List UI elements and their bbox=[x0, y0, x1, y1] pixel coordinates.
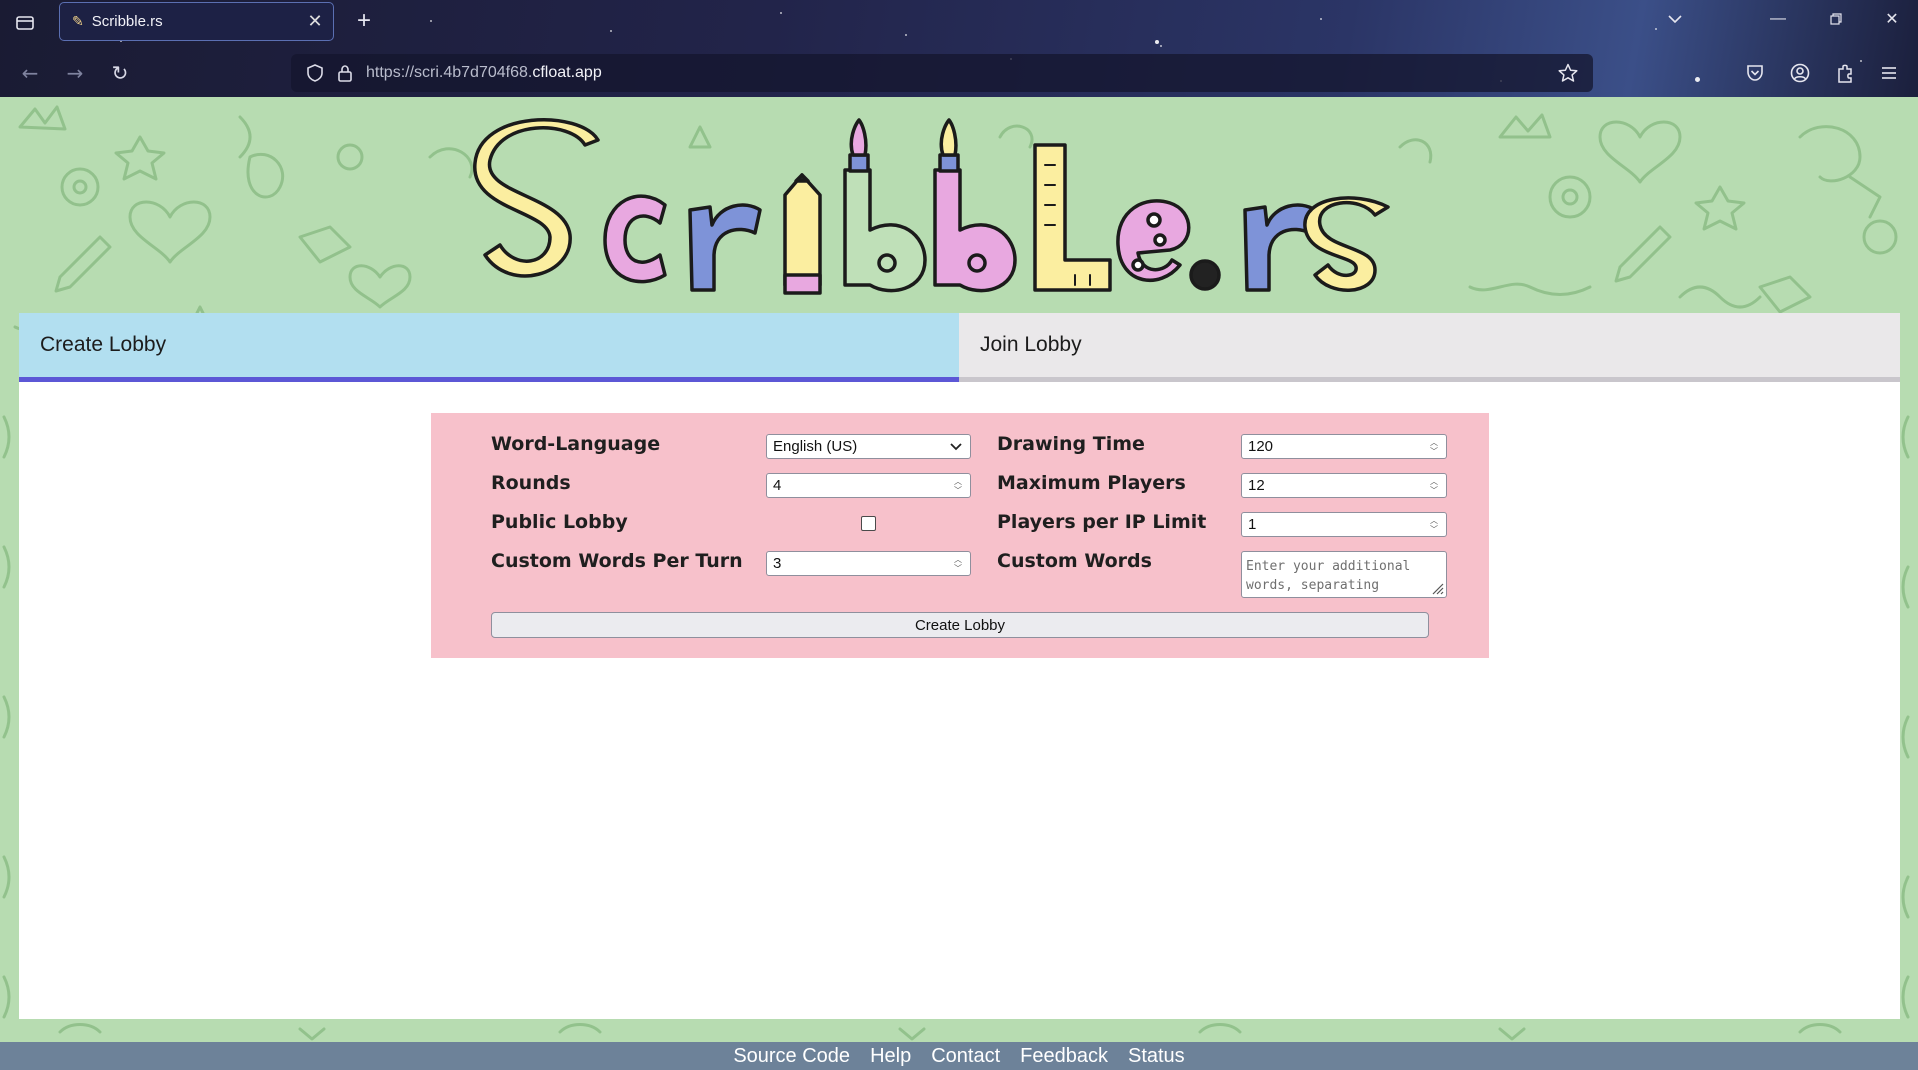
pencil-favicon-icon: ✎ bbox=[72, 13, 84, 30]
url-prefix: https://scri.4b7d704f68. bbox=[366, 64, 533, 81]
resize-grip-icon[interactable] bbox=[1430, 581, 1444, 595]
back-arrow-icon[interactable]: ← bbox=[14, 57, 46, 89]
max-players-input[interactable]: 12 ︿ ﹀ bbox=[1241, 473, 1447, 498]
url-text[interactable]: https://scri.4b7d704f68.cfloat.app bbox=[366, 64, 602, 82]
footer-link-feedback[interactable]: Feedback bbox=[1020, 1045, 1108, 1068]
browser-chrome: ✎ Scribble.rs ✕ + — ✕ ← → ↻ https://scri… bbox=[0, 0, 1918, 97]
bookmark-star-icon[interactable] bbox=[1553, 58, 1583, 88]
footer-link-contact[interactable]: Contact bbox=[931, 1045, 1000, 1068]
spinner-icon[interactable]: ︿ ﹀ bbox=[1426, 513, 1442, 536]
players-per-ip-label: Players per IP Limit bbox=[997, 511, 1207, 533]
tab-bar: ✎ Scribble.rs ✕ + — ✕ bbox=[0, 0, 1918, 48]
public-lobby-label: Public Lobby bbox=[491, 511, 628, 533]
drawing-time-input[interactable]: 120 ︿ ﹀ bbox=[1241, 434, 1447, 459]
reload-icon[interactable]: ↻ bbox=[104, 57, 136, 89]
close-tab-icon[interactable]: ✕ bbox=[301, 8, 329, 36]
custom-words-label: Custom Words bbox=[997, 550, 1152, 572]
max-players-label: Maximum Players bbox=[997, 472, 1186, 494]
drawing-time-label: Drawing Time bbox=[997, 433, 1145, 455]
public-lobby-checkbox[interactable] bbox=[861, 516, 876, 531]
close-window-icon[interactable]: ✕ bbox=[1872, 4, 1912, 34]
word-language-label: Word-Language bbox=[491, 433, 661, 455]
spinner-icon[interactable]: ︿ ﹀ bbox=[950, 474, 966, 497]
tab-create-lobby[interactable]: Create Lobby bbox=[19, 313, 959, 382]
word-language-value: English (US) bbox=[773, 438, 858, 455]
spinner-icon[interactable]: ︿ ﹀ bbox=[950, 552, 966, 575]
scribblers-logo bbox=[473, 118, 1390, 295]
spinner-icon[interactable]: ︿ ﹀ bbox=[1426, 474, 1442, 497]
lobby-tabs: Create Lobby Join Lobby bbox=[19, 313, 1900, 382]
drawing-time-value: 120 bbox=[1248, 438, 1274, 455]
minimize-icon[interactable]: — bbox=[1758, 4, 1798, 34]
pocket-icon[interactable] bbox=[1739, 57, 1771, 89]
rounds-value: 4 bbox=[773, 477, 782, 494]
custom-words-textarea[interactable]: Enter your additional words, separating bbox=[1241, 551, 1447, 598]
spinner-icon[interactable]: ︿ ﹀ bbox=[1426, 435, 1442, 458]
tab-title: Scribble.rs bbox=[91, 13, 163, 30]
url-domain: cfloat.app bbox=[532, 64, 602, 81]
page-body: Create Lobby Join Lobby Word-Language En… bbox=[0, 97, 1918, 1070]
extensions-icon[interactable] bbox=[1829, 57, 1861, 89]
restore-icon[interactable] bbox=[1816, 4, 1856, 34]
forward-arrow-icon[interactable]: → bbox=[59, 57, 91, 89]
shield-icon[interactable] bbox=[300, 58, 330, 88]
custom-words-placeholder: Enter your additional words, separating bbox=[1246, 559, 1411, 593]
footer-link-source-code[interactable]: Source Code bbox=[733, 1045, 850, 1068]
tab-list-button[interactable] bbox=[10, 8, 40, 38]
custom-words-per-turn-value: 3 bbox=[773, 555, 782, 572]
tab-join-lobby[interactable]: Join Lobby bbox=[959, 313, 1900, 382]
custom-words-per-turn-input[interactable]: 3 ︿ ﹀ bbox=[766, 551, 971, 576]
new-tab-button[interactable]: + bbox=[349, 6, 379, 36]
lock-icon[interactable] bbox=[330, 58, 360, 88]
folder-icon bbox=[16, 16, 34, 30]
menu-icon[interactable] bbox=[1873, 57, 1905, 89]
rounds-input[interactable]: 4 ︿ ﹀ bbox=[766, 473, 971, 498]
footer: Source Code Help Contact Feedback Status bbox=[0, 1042, 1918, 1070]
rounds-label: Rounds bbox=[491, 472, 571, 494]
max-players-value: 12 bbox=[1248, 477, 1265, 494]
address-bar[interactable]: https://scri.4b7d704f68.cfloat.app bbox=[291, 54, 1593, 92]
players-per-ip-input[interactable]: 1 ︿ ﹀ bbox=[1241, 512, 1447, 537]
list-all-tabs-icon[interactable] bbox=[1655, 4, 1695, 34]
players-per-ip-value: 1 bbox=[1248, 516, 1257, 533]
create-lobby-button[interactable]: Create Lobby bbox=[491, 612, 1429, 638]
browser-tab[interactable]: ✎ Scribble.rs ✕ bbox=[59, 2, 334, 41]
account-icon[interactable] bbox=[1784, 57, 1816, 89]
word-language-select[interactable]: English (US) bbox=[766, 434, 971, 459]
chevron-down-icon bbox=[946, 442, 966, 451]
custom-words-per-turn-label: Custom Words Per Turn bbox=[491, 550, 743, 572]
footer-link-status[interactable]: Status bbox=[1128, 1045, 1185, 1068]
footer-link-help[interactable]: Help bbox=[870, 1045, 911, 1068]
create-lobby-form: Word-Language English (US) Drawing Time … bbox=[431, 413, 1489, 658]
navigation-bar: ← → ↻ https://scri.4b7d704f68.cfloat.app bbox=[0, 48, 1918, 96]
lobby-card: Create Lobby Join Lobby Word-Language En… bbox=[19, 313, 1900, 1019]
